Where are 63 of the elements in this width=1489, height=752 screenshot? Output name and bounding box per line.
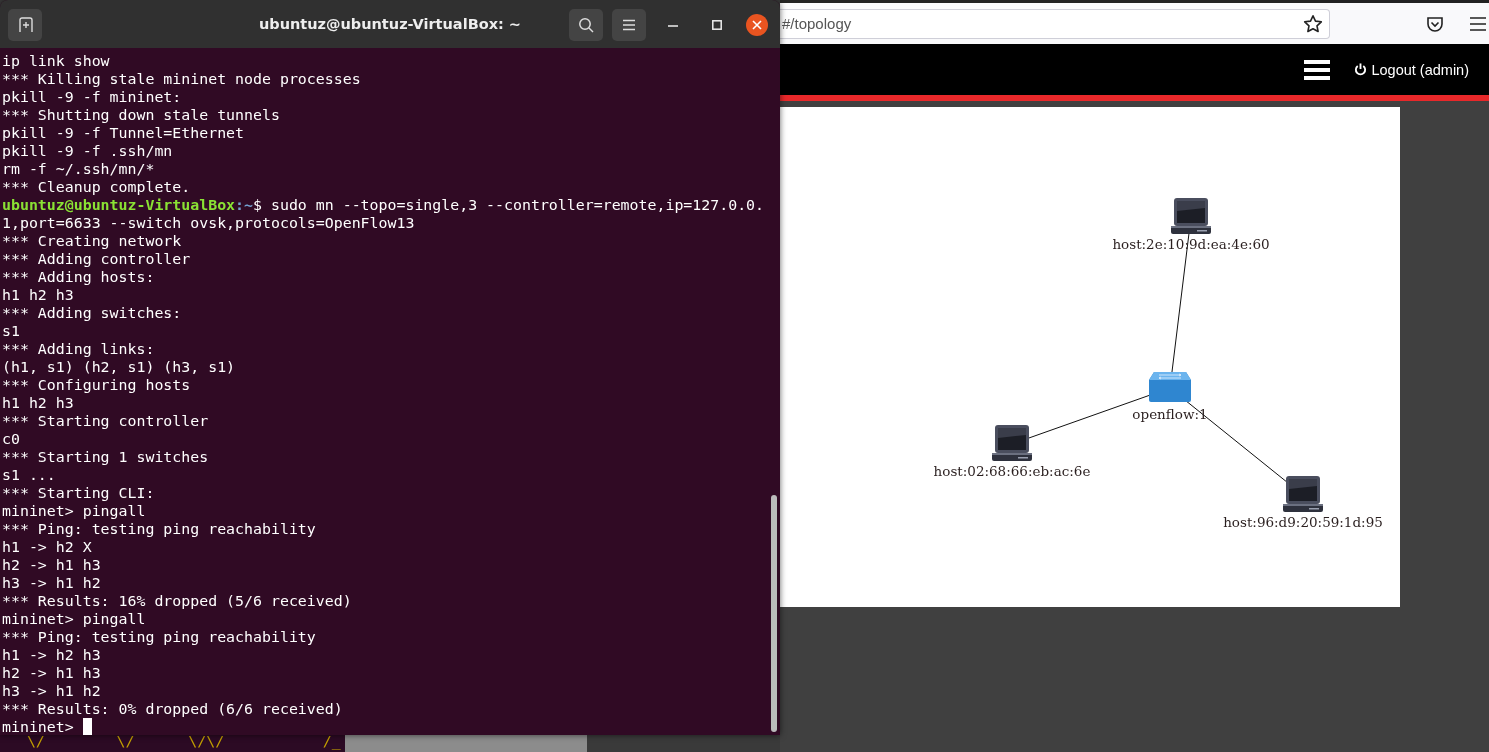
terminal-line: s1 [2,322,21,340]
terminal-line: *** Configuring hosts [2,376,192,394]
terminal-line: pkill -9 -f .ssh/mn [2,142,174,160]
node-label: host:96:d9:20:59:1d:95 [1223,514,1383,530]
search-icon [578,17,594,33]
terminal-line: c0 [2,430,21,448]
star-icon[interactable] [1303,13,1323,34]
pocket-icon[interactable] [1426,14,1444,33]
terminal-line: h2 -> h1 h3 [2,664,102,682]
terminal-line: h3 -> h1 h2 [2,682,102,700]
menu-icon[interactable] [1469,15,1487,32]
terminal-line: *** Starting CLI: [2,484,156,502]
terminal-line: *** Starting 1 switches [2,448,210,466]
node-label: host:02:68:66:eb:ac:6e [933,463,1091,479]
text-cursor [82,718,92,735]
terminal-line: *** Adding links: [2,340,156,358]
laptop-icon[interactable] [992,425,1032,461]
terminal-line: pkill -9 -f Tunnel=Ethernet [2,124,246,142]
terminal-line: h1 h2 h3 [2,394,75,412]
terminal-line: ip link show [2,52,111,70]
node-label: host:2e:10:9d:ea:4e:60 [1112,236,1270,252]
terminal-line: mininet> pingall [2,502,147,520]
laptop-icon[interactable] [1171,198,1211,234]
ascii-art-text: \/ \/ \/\/ /_ [25,732,341,750]
menu-button[interactable] [612,9,646,41]
terminal-line: *** Cleanup complete. [2,178,192,196]
terminal-line: mininet> pingall [2,610,147,628]
search-button[interactable] [569,9,603,41]
terminal-line: h1 -> h2 X [2,538,93,556]
terminal-line: ubuntuz@ubuntuz-VirtualBox:~$ sudo mn --topo=single,3 --controller=remote,ip=127.0.0.1,port=6633 --switch ovsk,protocols=OpenFlow13 [2,196,766,232]
node-label: openflow:1 [1132,406,1208,422]
window-title: ubuntuz@ubuntuz-VirtualBox: ~ [259,16,521,32]
terminal-line: *** Results: 0% dropped (6/6 received) [2,700,344,718]
new-tab-button[interactable] [8,9,42,41]
terminal-line: pkill -9 -f mininet: [2,88,183,106]
terminal-line: (h1, s1) (h2, s1) (h3, s1) [2,358,237,376]
terminal-line: rm -f ~/.ssh/mn/* [2,160,156,178]
terminal-line: *** Adding switches: [2,304,183,322]
terminal-line: *** Results: 16% dropped (5/6 received) [2,592,353,610]
logout-button[interactable]: Logout (admin) [1354,59,1469,80]
terminal-line: h3 -> h1 h2 [2,574,102,592]
terminal-line: h2 -> h1 h3 [2,556,102,574]
terminal-line: *** Killing stale mininet node processes [2,70,362,88]
address-bar[interactable]: #/topology [780,8,1330,39]
switch-icon[interactable] [1149,372,1191,402]
close-icon[interactable] [746,14,768,36]
terminal-line: *** Adding controller [2,250,192,268]
laptop-icon[interactable] [1283,476,1323,512]
terminal-line: s1 ... [2,466,57,484]
scrollbar-thumb[interactable] [771,495,777,732]
maximize-icon[interactable] [712,20,722,30]
menu-icon [622,19,636,31]
terminal-prompt: mininet> [2,718,75,735]
terminal-line: *** Creating network [2,232,183,250]
terminal-line: *** Ping: testing ping reachability [2,520,317,538]
terminal-line: *** Shutting down stale tunnels [2,106,281,124]
terminal-line: *** Starting controller [2,412,210,430]
terminal-line: h1 h2 h3 [2,286,75,304]
new-tab-icon [17,17,33,33]
terminal-line: *** Ping: testing ping reachability [2,628,317,646]
terminal-line: *** Adding hosts: [2,268,156,286]
terminal-line: h1 -> h2 h3 [2,646,102,664]
power-icon [1354,63,1368,76]
